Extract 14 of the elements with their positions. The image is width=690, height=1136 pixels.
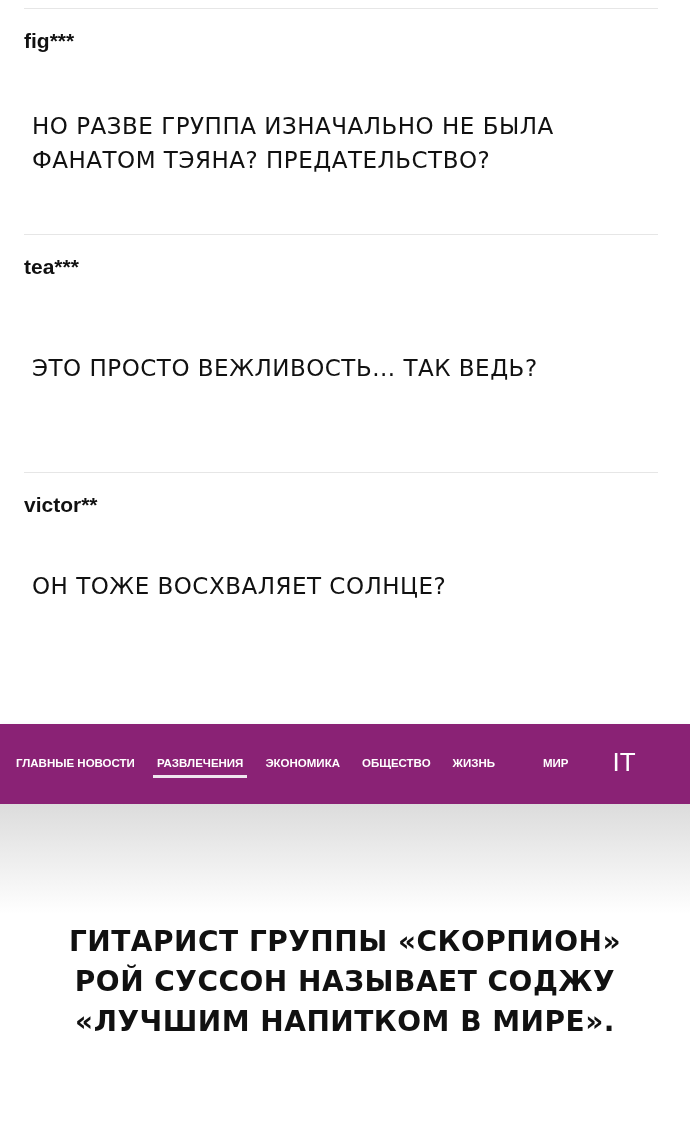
headline: ГИТАРИСТ ГРУППЫ «СКОРПИОН» РОЙ СУССОН НАЗЫВАЕТ СОДЖУ «ЛУЧШИМ НАПИТКОМ В МИРЕ». bbox=[68, 924, 622, 1040]
category-tab[interactable]: ОБЩЕСТВО bbox=[357, 750, 435, 778]
category-tab[interactable]: РАЗВЛЕЧЕНИЯ bbox=[152, 750, 248, 778]
category-tab[interactable]: МИР bbox=[539, 750, 573, 778]
comment-username: victor** bbox=[24, 493, 98, 517]
comment-text: НО РАЗВЕ ГРУППА ИЗНАЧАЛЬНО НЕ БЫЛА ФАНАТОМ ТЭЯНА? ПРЕДАТЕЛЬСТВО? bbox=[32, 112, 555, 175]
category-tab[interactable]: IT bbox=[608, 747, 640, 781]
comment-username: tea*** bbox=[24, 255, 79, 279]
category-tab[interactable]: ЖИЗНЬ bbox=[448, 750, 499, 778]
comment-text: ОН ТОЖЕ ВОСХВАЛЯЕТ СОЛНЦЕ? bbox=[32, 572, 448, 601]
comment-text: ЭТО ПРОСТО ВЕЖЛИВОСТЬ... ТАК ВЕДЬ? bbox=[32, 354, 539, 383]
category-tab[interactable]: ГЛАВНЫЕ НОВОСТИ bbox=[12, 750, 139, 778]
comment-username: fig*** bbox=[24, 29, 75, 53]
category-tab[interactable]: ЭКОНОМИКА bbox=[261, 750, 344, 778]
